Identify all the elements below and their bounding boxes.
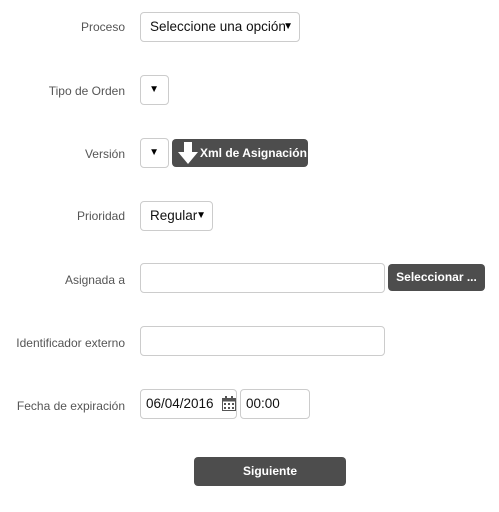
identificador-label: Identificador externo — [16, 336, 125, 350]
identificador-input[interactable] — [140, 326, 385, 356]
xml-asignacion-button[interactable]: Xml de Asignación — [172, 139, 308, 167]
fecha-time-input[interactable]: 00:00 — [240, 389, 310, 419]
chevron-down-icon: ▼ — [283, 21, 293, 32]
proceso-select[interactable]: Seleccione una opción ▼ — [140, 12, 300, 42]
tipo-orden-select[interactable]: ▼ — [140, 75, 169, 105]
fecha-label: Fecha de expiración — [16, 399, 125, 413]
siguiente-button[interactable]: Siguiente — [194, 457, 346, 486]
chevron-down-icon: ▼ — [149, 84, 159, 95]
seleccionar-button[interactable]: Seleccionar ... — [388, 264, 485, 291]
chevron-down-icon: ▼ — [149, 147, 159, 158]
version-label: Versión — [84, 147, 125, 161]
asignada-label: Asignada a — [64, 273, 125, 287]
xml-asignacion-label: Xml de Asignación — [200, 146, 307, 160]
fecha-date-input[interactable]: 06/04/2016 — [140, 389, 237, 419]
fecha-date-value: 06/04/2016 — [146, 396, 214, 411]
chevron-down-icon: ▼ — [196, 210, 206, 221]
asignada-input[interactable] — [140, 263, 385, 293]
calendar-icon[interactable] — [222, 396, 236, 411]
prioridad-label: Prioridad — [76, 209, 125, 223]
version-select[interactable]: ▼ — [140, 138, 169, 168]
proceso-label: Proceso — [80, 20, 125, 34]
proceso-select-value: Seleccione una opción — [150, 19, 286, 34]
prioridad-select-value: Regular — [150, 208, 198, 223]
tipo-orden-label: Tipo de Orden — [48, 84, 125, 98]
download-arrow-icon — [178, 142, 198, 164]
prioridad-select[interactable]: Regular ▼ — [140, 201, 213, 231]
